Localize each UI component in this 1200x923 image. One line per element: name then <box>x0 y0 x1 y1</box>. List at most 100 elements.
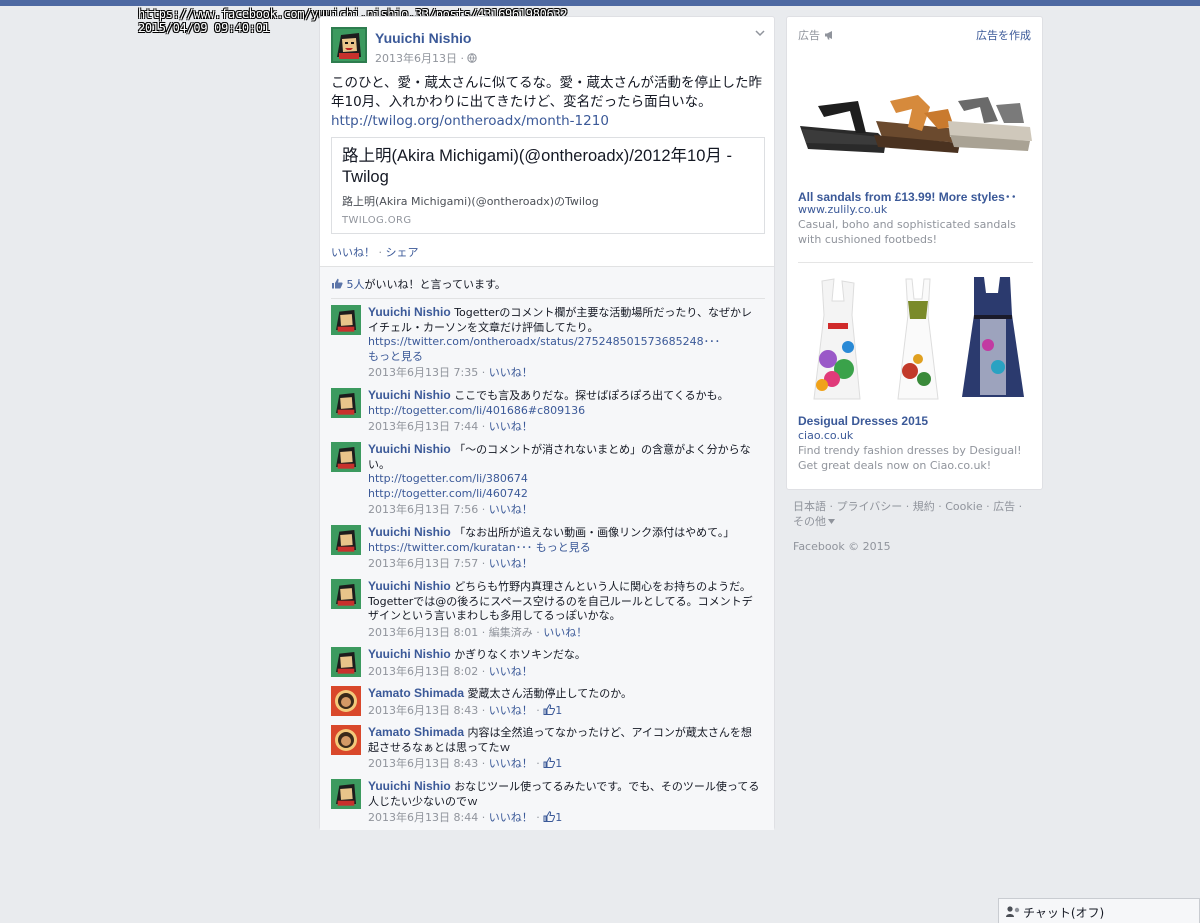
comment-like-count[interactable]: 1 <box>543 757 562 770</box>
page-footer: 日本語 · プライバシー · 規約 · Cookie · 広告 · その他 Fa… <box>793 499 1033 554</box>
chat-user-icon <box>1006 906 1020 917</box>
ad-title[interactable]: Desigual Dresses 2015 <box>798 414 1033 428</box>
like-count-value: 1 <box>555 757 563 770</box>
comment-like-button[interactable]: いいね！ <box>489 366 533 379</box>
comment-like-button[interactable]: いいね！ <box>489 665 533 678</box>
comment-author[interactable]: Yamato Shimada <box>368 686 464 700</box>
comments-section: 5人がいいね！と言っています。 Yuuichi Nishio Togetterの… <box>320 266 774 830</box>
commenter-avatar[interactable] <box>331 388 361 418</box>
thumbs-up-icon <box>543 703 556 715</box>
commenter-avatar[interactable] <box>331 647 361 677</box>
comment-text: 「なお出所が追えない動画・画像リンク添付はやめて。」 <box>454 526 735 539</box>
comment-time[interactable]: 2013年6月13日 8:01 <box>368 626 478 639</box>
post-actions: いいね！ · シェア <box>331 244 419 260</box>
comment-author[interactable]: Yuuichi Nishio <box>368 388 451 402</box>
comment-like-button[interactable]: いいね！ <box>489 557 533 570</box>
author-avatar[interactable] <box>331 27 367 63</box>
facebook-top-bar <box>0 0 1200 6</box>
comment-time[interactable]: 2013年6月13日 8:43 <box>368 757 478 770</box>
ad-image-dresses[interactable] <box>798 275 1033 405</box>
likes-count[interactable]: 5人 <box>347 278 365 291</box>
comment-text: ここでも言及ありだな。探せばぽろぽろ出てくるかも。 <box>454 389 729 402</box>
comment-time[interactable]: 2013年6月13日 7:56 <box>368 503 478 516</box>
comment-like-button[interactable]: いいね！ <box>489 757 533 770</box>
post-date[interactable]: 2013年6月13日 · <box>375 52 464 65</box>
like-button[interactable]: いいね！ <box>331 246 375 259</box>
comment-author[interactable]: Yuuichi Nishio <box>368 579 451 593</box>
link-preview-title: 路上明(Akira Michigami)(@ontheroadx)/2012年1… <box>342 147 732 186</box>
comment-text: かぎりなくホソキンだな。 <box>454 648 586 661</box>
comment-time[interactable]: 2013年6月13日 7:44 <box>368 420 478 433</box>
ad-description: Find trendy fashion dresses by Desigual!… <box>798 444 1022 472</box>
see-more-link[interactable]: もっと見る <box>536 541 591 554</box>
comment-like-button[interactable]: いいね！ <box>489 704 533 717</box>
ads-header: 広告 <box>798 27 835 43</box>
like-count-value: 1 <box>555 703 563 717</box>
ad-url[interactable]: www.zulily.co.uk <box>798 203 887 216</box>
post-link[interactable]: http://twilog.org/ontheroadx/month-1210 <box>331 112 767 131</box>
like-count-value: 1 <box>555 811 563 824</box>
comment-like-count[interactable]: 1 <box>543 704 562 717</box>
see-more-link[interactable]: もっと見る <box>368 350 423 363</box>
comment-link[interactable]: https://twitter.com/kuratan･･･ <box>368 541 532 554</box>
comment-author[interactable]: Yamato Shimada <box>368 725 464 739</box>
comment-time[interactable]: 2013年6月13日 8:02 <box>368 665 478 678</box>
comment-time[interactable]: 2013年6月13日 7:35 <box>368 366 478 379</box>
commenter-avatar[interactable] <box>331 305 361 335</box>
comment-link[interactable]: http://togetter.com/li/380674 <box>368 472 760 487</box>
thumbs-up-icon <box>543 811 556 822</box>
create-ad-link[interactable]: 広告を作成 <box>976 27 1031 43</box>
comment-text: 愛蔵太さん活動停止してたのか。 <box>467 687 632 700</box>
ad-description: Casual, boho and sophisticated sandals w… <box>798 218 1016 246</box>
commenter-avatar[interactable] <box>331 686 361 716</box>
chat-label: チャット(オフ) <box>1023 906 1105 920</box>
comment-author[interactable]: Yuuichi Nishio <box>368 525 451 539</box>
comment-like-count[interactable]: 1 <box>543 811 562 824</box>
comment-link-2[interactable]: http://togetter.com/li/460742 <box>368 487 760 502</box>
copyright: Facebook © 2015 <box>793 540 891 553</box>
chat-bar[interactable]: チャット(オフ) <box>998 898 1200 923</box>
thumbs-up-icon <box>543 757 556 768</box>
caret-down-icon[interactable] <box>828 519 835 524</box>
ads-panel: 広告 広告を作成 All sandals from £13.99! More s… <box>786 16 1043 490</box>
post-text: このひと、愛・蔵太さんに似てるな。愛・蔵太さんが活動を停止した昨年10月、入れか… <box>331 75 763 110</box>
comment-time[interactable]: 2013年6月13日 8:43 <box>368 704 478 717</box>
ad-url[interactable]: ciao.co.uk <box>798 429 853 442</box>
edited-label[interactable]: 編集済み <box>489 626 533 639</box>
post-meta: 2013年6月13日 · <box>375 50 478 66</box>
likes-summary: 5人がいいね！と言っています。 <box>331 276 506 292</box>
comment-like-button[interactable]: いいね！ <box>543 626 587 639</box>
commenter-avatar[interactable] <box>331 579 361 609</box>
globe-icon <box>467 53 478 63</box>
comment-like-button[interactable]: いいね！ <box>489 503 533 516</box>
divider <box>798 262 1033 263</box>
post-card: Yuuichi Nishio 2013年6月13日 · このひと、愛・蔵太さんに… <box>319 16 775 830</box>
link-preview-description: 路上明(Akira Michigami)(@ontheroadx)のTwilog <box>342 195 599 208</box>
likes-text: がいいね！と言っています。 <box>364 278 506 291</box>
comment-author[interactable]: Yuuichi Nishio <box>368 442 451 456</box>
divider <box>331 298 765 299</box>
post-author-name[interactable]: Yuuichi Nishio <box>375 30 471 46</box>
footer-links[interactable]: 日本語 · プライバシー · 規約 · Cookie · 広告 · その他 <box>793 499 1033 529</box>
share-button[interactable]: シェア <box>386 246 419 259</box>
megaphone-icon <box>824 31 832 40</box>
comment-time[interactable]: 2013年6月13日 8:44 <box>368 811 478 824</box>
commenter-avatar[interactable] <box>331 725 361 755</box>
commenter-avatar[interactable] <box>331 525 361 555</box>
chevron-down-icon[interactable] <box>753 26 767 40</box>
commenter-avatar[interactable] <box>331 442 361 472</box>
link-preview-domain: TWILOG.ORG <box>342 215 412 226</box>
comment-author[interactable]: Yuuichi Nishio <box>368 647 451 661</box>
commenter-avatar[interactable] <box>331 779 361 809</box>
comment-like-button[interactable]: いいね！ <box>489 420 533 433</box>
comment-author[interactable]: Yuuichi Nishio <box>368 779 451 793</box>
link-preview-card[interactable]: 路上明(Akira Michigami)(@ontheroadx)/2012年1… <box>331 137 765 234</box>
comment-link[interactable]: https://twitter.com/ontheroadx/status/27… <box>368 335 760 350</box>
comment-time[interactable]: 2013年6月13日 7:57 <box>368 557 478 570</box>
comment-link[interactable]: http://togetter.com/li/401686#c809136 <box>368 404 760 419</box>
ad-image-sandals[interactable] <box>798 61 1033 179</box>
comment-author[interactable]: Yuuichi Nishio <box>368 305 451 319</box>
comment-like-button[interactable]: いいね！ <box>489 811 533 824</box>
ads-header-label: 広告 <box>798 29 820 42</box>
post-body: このひと、愛・蔵太さんに似てるな。愛・蔵太さんが活動を停止した昨年10月、入れか… <box>331 74 767 131</box>
